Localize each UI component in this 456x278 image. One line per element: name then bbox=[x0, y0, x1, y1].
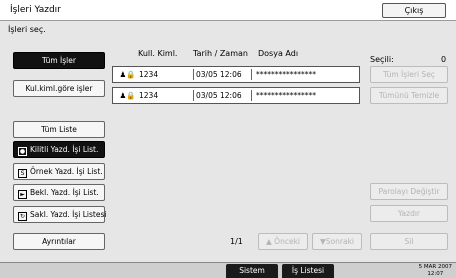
next-label: Sonraki bbox=[325, 237, 354, 246]
print-jobs-screen: İşleri Yazdır Çıkış İşleri seç. Tüm İşle… bbox=[0, 0, 456, 262]
details-button[interactable]: Ayrıntılar bbox=[13, 233, 105, 250]
column-divider bbox=[193, 69, 194, 80]
all-jobs-button[interactable]: Tüm İşler bbox=[13, 52, 105, 69]
change-password-button[interactable]: Parolayı Değiştir bbox=[370, 183, 448, 200]
status-bar: Sistem Durumu İş Listesi 5 MAR 2007 12:0… bbox=[0, 262, 456, 278]
user-lock-icon: ♟🔒 bbox=[118, 91, 136, 100]
locked-print-list-button[interactable]: ● Kilitli Yazd. İşi List. bbox=[13, 141, 105, 158]
time-text: 12:07 bbox=[427, 270, 444, 277]
locked-print-list-label: Kilitli Yazd. İşi List. bbox=[30, 145, 99, 154]
sample-print-icon: S bbox=[18, 169, 27, 178]
select-all-jobs-button[interactable]: Tüm İşleri Seç bbox=[370, 66, 448, 83]
user-lock-icon: ♟🔒 bbox=[118, 70, 136, 79]
window-title: İşleri Yazdır bbox=[10, 5, 61, 15]
print-button[interactable]: Yazdır bbox=[370, 205, 448, 222]
lock-icon: ● bbox=[18, 147, 27, 156]
clear-all-button[interactable]: Tümünü Temizle bbox=[370, 87, 448, 104]
date-text: 5 MAR 2007 bbox=[418, 264, 452, 270]
job-date-time: 03/05 12:06 bbox=[196, 70, 242, 79]
job-file-name: **************** bbox=[256, 70, 316, 79]
job-row[interactable]: ♟🔒 1234 03/05 12:06 **************** bbox=[112, 87, 360, 104]
stored-print-icon: ↻ bbox=[18, 212, 27, 221]
selected-label: Seçili: bbox=[370, 55, 394, 64]
column-date-time: Tarih / Zaman bbox=[193, 49, 248, 58]
previous-button[interactable]: ▲ Önceki bbox=[258, 233, 308, 250]
job-date-time: 03/05 12:06 bbox=[196, 91, 242, 100]
column-file-name: Dosya Adı bbox=[258, 49, 299, 58]
stored-print-list-button[interactable]: ↻ Sakl. Yazd. İşi Listesi bbox=[13, 206, 107, 223]
column-divider bbox=[251, 90, 252, 101]
next-button[interactable]: ▼Sonraki bbox=[312, 233, 362, 250]
hold-print-list-button[interactable]: ► Bekl. Yazd. İşi List. bbox=[13, 184, 105, 201]
column-user-id: Kull. Kiml. bbox=[138, 49, 178, 58]
system-status-tab[interactable]: Sistem Durumu bbox=[226, 264, 278, 278]
arrow-up-icon: ▲ bbox=[266, 237, 272, 246]
job-user-id: 1234 bbox=[139, 91, 159, 100]
date-time-display: 5 MAR 2007 12:07 bbox=[419, 264, 452, 277]
job-user-id: 1234 bbox=[139, 70, 159, 79]
hold-print-list-label: Bekl. Yazd. İşi List. bbox=[30, 188, 99, 197]
stored-print-list-label: Sakl. Yazd. İşi Listesi bbox=[30, 210, 107, 219]
delete-button[interactable]: Sil bbox=[370, 233, 448, 250]
all-list-button[interactable]: Tüm Liste bbox=[13, 121, 105, 138]
title-bar: İşleri Yazdır Çıkış bbox=[0, 0, 456, 21]
sample-print-list-label: Örnek Yazd. İşi List. bbox=[30, 167, 103, 176]
column-divider bbox=[193, 90, 194, 101]
job-list-tab[interactable]: İş Listesi bbox=[282, 264, 334, 278]
column-divider bbox=[251, 69, 252, 80]
sample-print-list-button[interactable]: S Örnek Yazd. İşi List. bbox=[13, 163, 105, 180]
selected-count: 0 bbox=[441, 55, 447, 64]
jobs-by-user-id-button[interactable]: Kul.kiml.göre işler bbox=[13, 80, 105, 97]
job-row[interactable]: ♟🔒 1234 03/05 12:06 **************** bbox=[112, 66, 360, 83]
hold-print-icon: ► bbox=[18, 190, 27, 199]
exit-button[interactable]: Çıkış bbox=[382, 3, 446, 18]
select-jobs-label: İşleri seç. bbox=[8, 25, 46, 34]
page-indicator: 1/1 bbox=[230, 237, 243, 246]
previous-label: Önceki bbox=[274, 237, 300, 246]
job-file-name: **************** bbox=[256, 91, 316, 100]
